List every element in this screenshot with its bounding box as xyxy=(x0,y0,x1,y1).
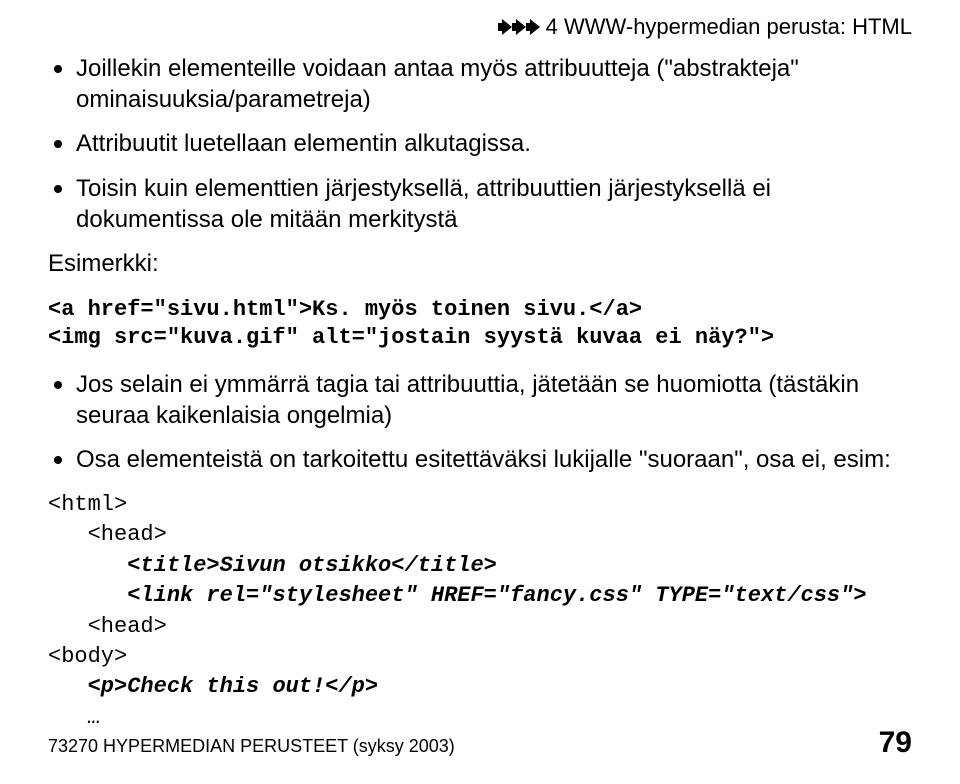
bullet-text: Osa elementeistä on tarkoitettu esitettä… xyxy=(76,446,891,473)
code-block-1: <a href="sivu.html">Ks. myös toinen sivu… xyxy=(48,296,912,352)
code-line: <head> xyxy=(48,522,167,547)
code-indent xyxy=(48,583,127,608)
page-content: Joillekin elementeille voidaan antaa myö… xyxy=(48,54,912,733)
page-footer: 73270 HYPERMEDIAN PERUSTEET (syksy 2003)… xyxy=(48,726,912,760)
code-line: <title>Sivun otsikko</title> xyxy=(127,553,497,578)
code-line: <body> xyxy=(48,644,127,669)
list-item: Joillekin elementeille voidaan antaa myö… xyxy=(48,54,912,115)
header-breadcrumb: 4 WWW-hypermedian perusta: HTML xyxy=(502,14,912,40)
list-item: Jos selain ei ymmärrä tagia tai attribuu… xyxy=(48,370,912,431)
code-line: <p>Check this out!</p> xyxy=(88,674,378,699)
bullet-list: Joillekin elementeille voidaan antaa myö… xyxy=(48,54,912,236)
arrow-right-icon xyxy=(502,19,512,35)
code-line: <link rel="stylesheet" HREF="fancy.css" … xyxy=(127,583,866,608)
list-item: Osa elementeistä on tarkoitettu esitettä… xyxy=(48,445,912,476)
arrow-icons xyxy=(502,19,540,35)
section-title: 4 WWW-hypermedian perusta: HTML xyxy=(546,14,912,40)
example-label: Esimerkki: xyxy=(48,250,912,278)
page-number: 79 xyxy=(879,726,912,760)
bullet-text: Joillekin elementeille voidaan antaa myö… xyxy=(76,55,799,113)
code-block-2: <html> <head> <title>Sivun otsikko</titl… xyxy=(48,490,912,733)
bullet-text: Attribuutit luetellaan elementin alkutag… xyxy=(76,130,531,157)
code-line: <html> xyxy=(48,492,127,517)
code-line: <head> xyxy=(48,614,167,639)
list-item: Attribuutit luetellaan elementin alkutag… xyxy=(48,129,912,160)
bullet-list: Jos selain ei ymmärrä tagia tai attribuu… xyxy=(48,370,912,476)
arrow-right-icon xyxy=(530,19,540,35)
code-indent xyxy=(48,553,127,578)
bullet-text: Toisin kuin elementtien järjestyksellä, … xyxy=(76,175,771,233)
arrow-right-icon xyxy=(516,19,526,35)
code-indent xyxy=(48,674,88,699)
list-item: Toisin kuin elementtien järjestyksellä, … xyxy=(48,174,912,235)
course-name: 73270 HYPERMEDIAN PERUSTEET (syksy 2003) xyxy=(48,736,455,757)
bullet-text: Jos selain ei ymmärrä tagia tai attribuu… xyxy=(76,371,859,429)
